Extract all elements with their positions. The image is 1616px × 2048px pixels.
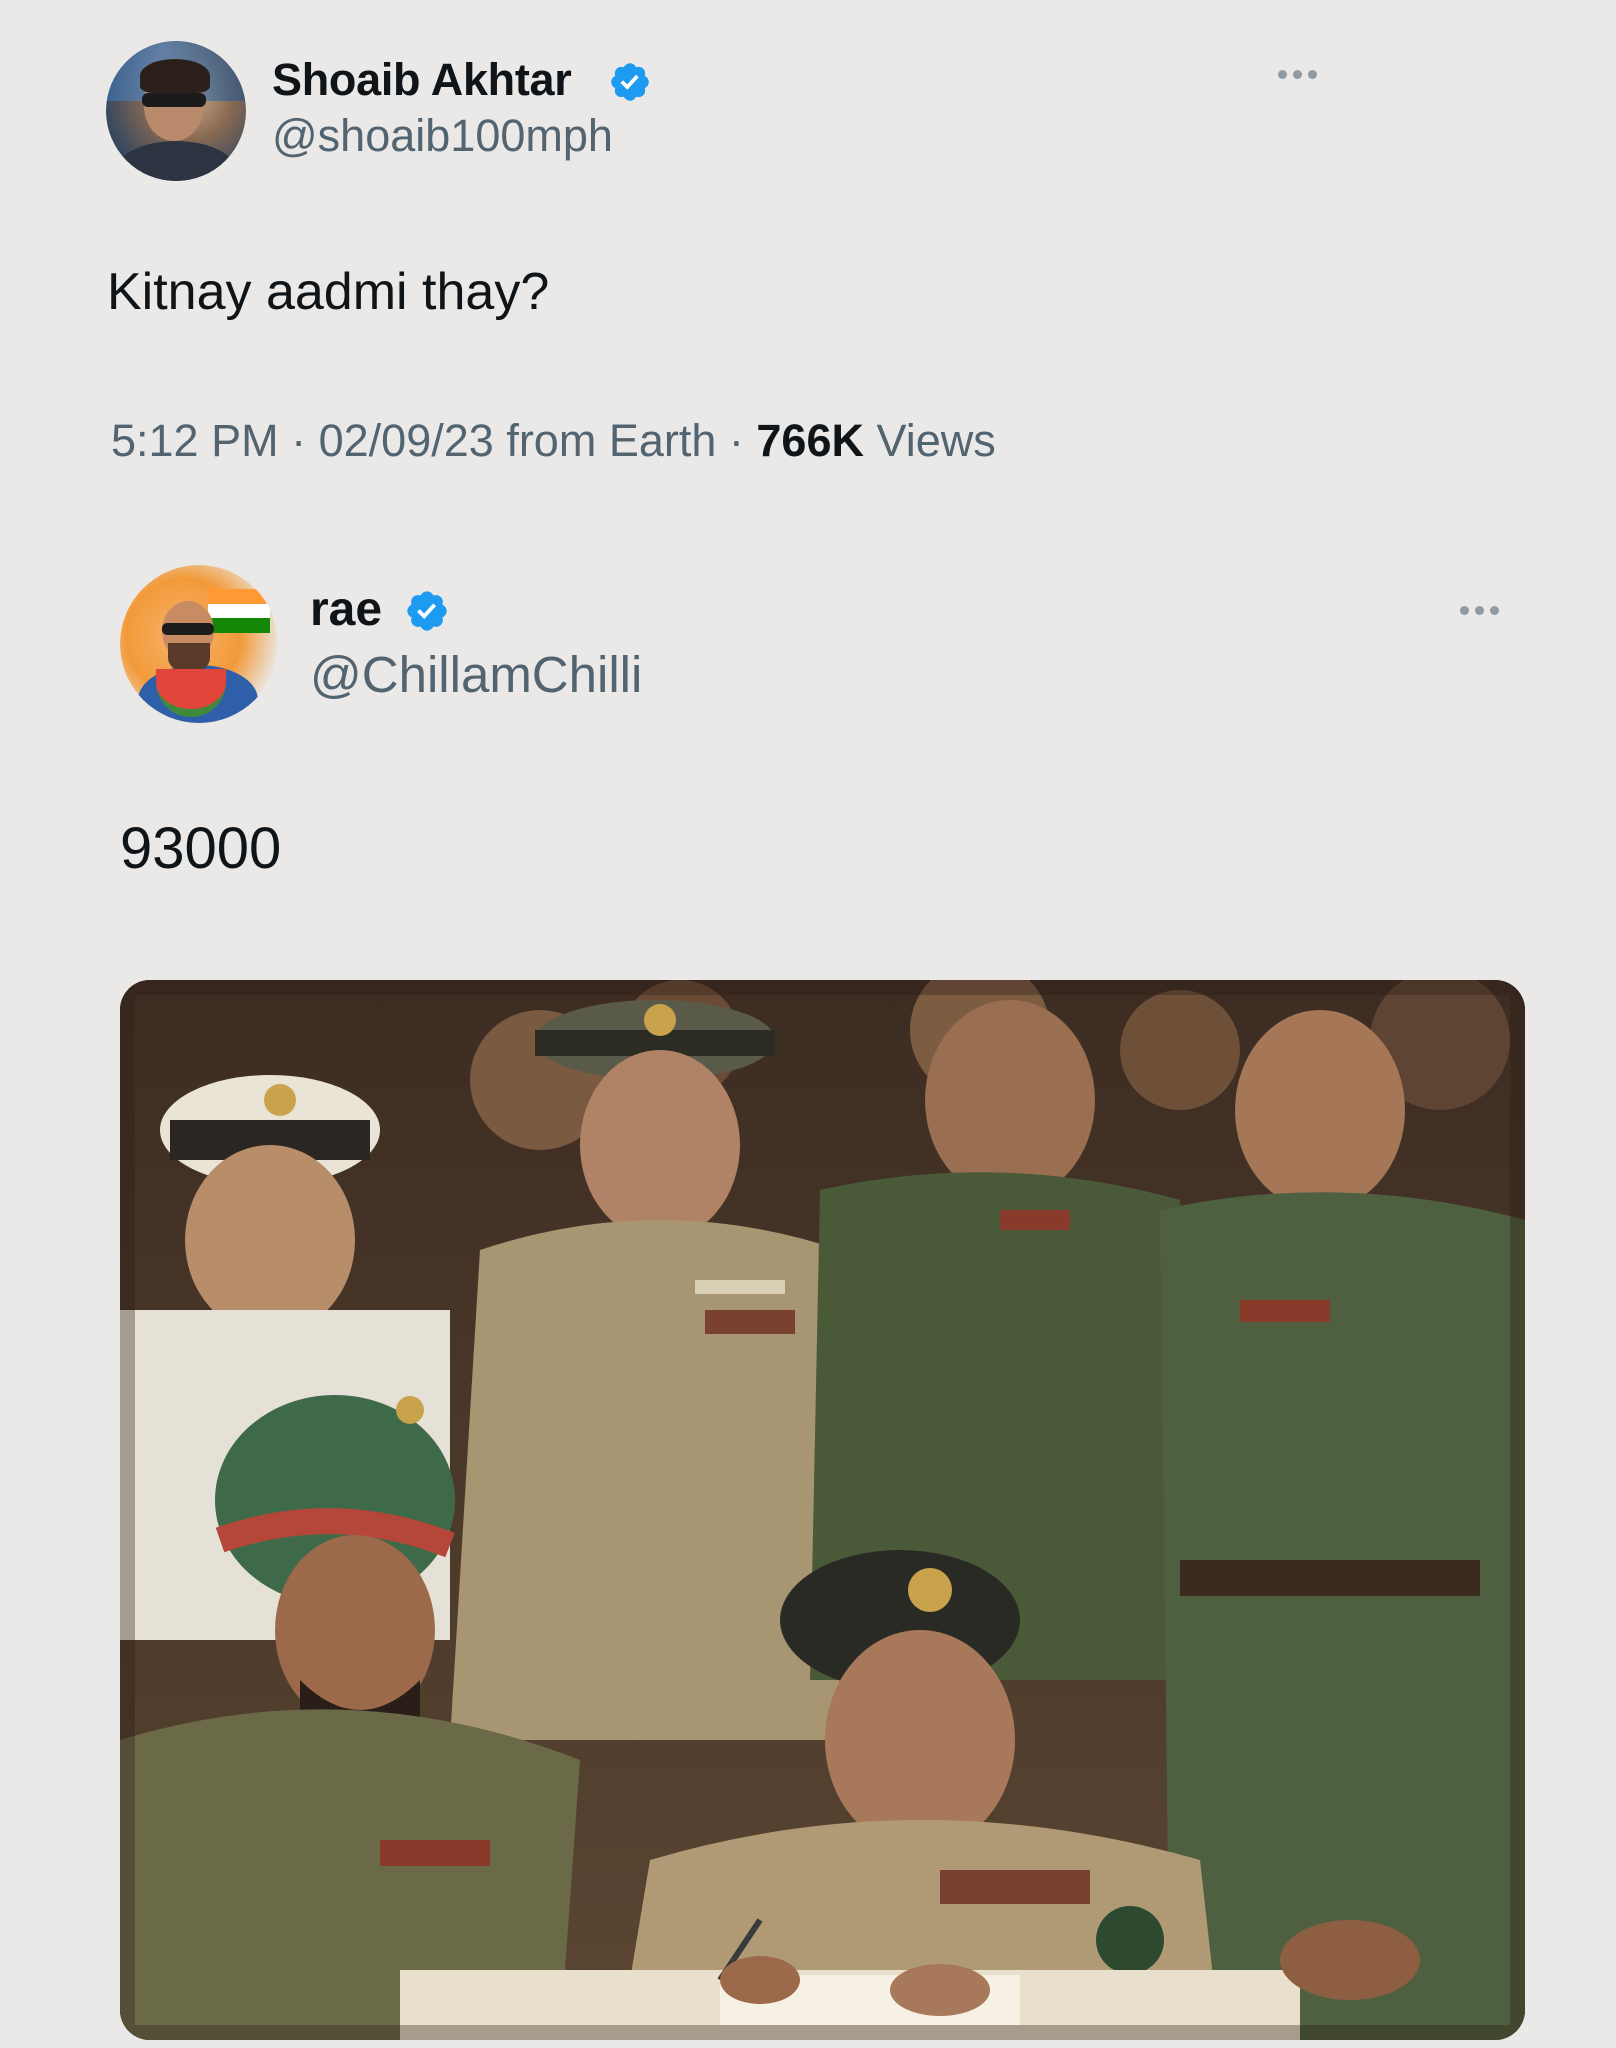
attached-photo[interactable]	[120, 980, 1525, 2040]
tweet-text: Kitnay aadmi thay?	[107, 263, 550, 321]
verified-badge-icon	[611, 63, 649, 101]
tweet-time[interactable]: 5:12 PM	[111, 415, 279, 466]
views-count: 766K	[756, 415, 864, 466]
views-label: Views	[876, 415, 996, 466]
more-options-icon[interactable]	[1460, 606, 1499, 615]
meta-separator: ·	[291, 415, 307, 466]
author-handle[interactable]: @shoaib100mph	[272, 110, 613, 162]
reply-text: 93000	[120, 816, 282, 881]
india-flag-icon	[208, 589, 270, 633]
reply-author-avatar[interactable]	[120, 565, 278, 723]
reply-author-handle[interactable]: @ChillamChilli	[310, 645, 642, 704]
verified-badge-icon	[407, 591, 447, 631]
tweet-date[interactable]: 02/09/23	[319, 415, 494, 466]
reply-author-name[interactable]: rae	[310, 582, 382, 637]
author-avatar[interactable]	[106, 41, 246, 181]
more-options-icon[interactable]	[1278, 70, 1317, 79]
tweet-source: from Earth	[506, 415, 717, 466]
author-name[interactable]: Shoaib Akhtar	[272, 54, 572, 106]
photo-illustration	[120, 980, 1525, 2040]
meta-separator: ·	[728, 415, 744, 466]
tweet-meta: 5:12 PM · 02/09/23 from Earth · 766K Vie…	[111, 415, 996, 467]
